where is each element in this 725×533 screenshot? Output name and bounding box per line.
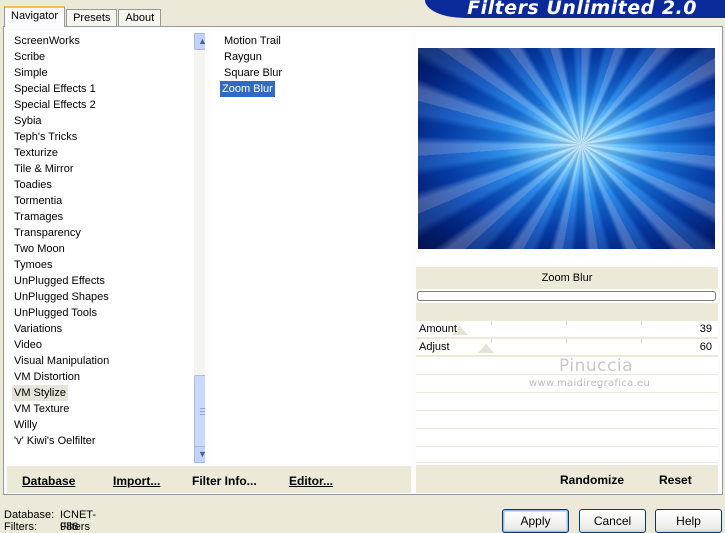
category-item[interactable]: Tormentia [14, 193, 62, 209]
category-item[interactable]: Special Effects 2 [14, 97, 96, 113]
category-item[interactable]: Willy [14, 417, 37, 433]
empty-slider-row [416, 429, 718, 446]
category-item[interactable]: Sybia [14, 113, 42, 129]
category-item[interactable]: VM Distortion [14, 369, 80, 385]
empty-slider-row [416, 411, 718, 428]
category-item[interactable]: Visual Manipulation [14, 353, 109, 369]
status-database: Database: ICNET-Filters [4, 509, 96, 533]
filter-item-selected[interactable]: Zoom Blur [220, 81, 275, 97]
tab-navigator[interactable]: Navigator [4, 6, 66, 27]
app-banner: Filters Unlimited 2.0 [425, 0, 725, 18]
randomize-button[interactable]: Randomize [560, 473, 624, 487]
status-value: 986 [60, 521, 79, 533]
category-item[interactable]: Scribe [14, 49, 45, 65]
category-item[interactable]: ScreenWorks [14, 33, 80, 49]
preview-image [418, 48, 715, 249]
tab-presets[interactable]: Presets [66, 9, 118, 27]
progress-bar [417, 291, 716, 301]
category-item[interactable]: VM Texture [14, 401, 69, 417]
category-item[interactable]: UnPlugged Tools [14, 305, 97, 321]
slider-controls: Amount 39 Adjust 60 Pinuccia www.maidire… [416, 303, 718, 463]
cancel-button[interactable]: Cancel [579, 509, 646, 533]
category-item[interactable]: Video [14, 337, 42, 353]
filter-info-button[interactable]: Filter Info... [192, 474, 257, 488]
watermark-url: www.maidiregrafica.eu [529, 378, 651, 389]
empty-slider-row [416, 393, 718, 410]
preview-filter-name: Zoom Blur [416, 267, 718, 289]
slider-adjust[interactable]: Adjust 60 [416, 339, 718, 356]
status-label: Filters: [4, 521, 37, 533]
import-button[interactable]: Import... [113, 474, 160, 488]
category-item[interactable]: Two Moon [14, 241, 65, 257]
filter-item[interactable]: Motion Trail [222, 33, 283, 49]
database-button[interactable]: Database [22, 474, 75, 488]
apply-button[interactable]: Apply [502, 509, 569, 533]
slider-label: Amount [419, 323, 457, 335]
category-item[interactable]: UnPlugged Effects [14, 273, 105, 289]
empty-slider-row [416, 447, 718, 462]
slider-amount[interactable]: Amount 39 [416, 321, 718, 338]
slider-thumb[interactable] [478, 344, 494, 353]
filter-list[interactable]: Motion Trail Raygun Square Blur Zoom Blu… [212, 31, 411, 464]
scroll-thumb[interactable] [194, 375, 205, 449]
category-item[interactable]: Tymoes [14, 257, 53, 273]
category-item[interactable]: Teph's Tricks [14, 129, 77, 145]
reset-button[interactable]: Reset [659, 473, 692, 487]
scroll-up-icon[interactable]: ▲ [194, 33, 205, 50]
category-item[interactable]: Special Effects 1 [14, 81, 96, 97]
help-button[interactable]: Help [655, 509, 722, 533]
slider-value: 39 [699, 323, 712, 335]
status-label: Database: [4, 509, 55, 521]
watermark-name: Pinuccia [559, 356, 633, 376]
category-item[interactable]: Texturize [14, 145, 58, 161]
category-item[interactable]: Tile & Mirror [14, 161, 73, 177]
category-item[interactable]: Tramages [14, 209, 63, 225]
filter-item[interactable]: Raygun [222, 49, 264, 65]
filter-item[interactable]: Square Blur [222, 65, 284, 81]
tab-strip: Navigator Presets About [4, 6, 162, 27]
editor-button[interactable]: Editor... [289, 474, 333, 488]
category-item[interactable]: Transparency [14, 225, 81, 241]
category-list[interactable]: ScreenWorks Scribe Simple Special Effect… [7, 31, 205, 464]
list-actions-bar: Database Import... Filter Info... Editor… [7, 465, 411, 493]
preview-actions-bar: Randomize Reset [416, 465, 718, 493]
category-item[interactable]: Toadies [14, 177, 52, 193]
category-item[interactable]: Variations [14, 321, 62, 337]
category-item-selected[interactable]: VM Stylize [12, 385, 68, 401]
category-scrollbar[interactable]: ▲ ▼ [194, 33, 205, 463]
slider-value: 60 [699, 341, 712, 353]
slider-label: Adjust [419, 341, 450, 353]
tab-about[interactable]: About [118, 9, 162, 27]
preview-panel: Zoom Blur Amount 39 Adjust 60 Pinuccia w… [416, 31, 718, 464]
category-item[interactable]: Simple [14, 65, 48, 81]
category-item[interactable]: 'v' Kiwi's Oelfilter [14, 433, 95, 449]
scroll-down-icon[interactable]: ▼ [194, 446, 205, 463]
status-filters: Filters: 986 [4, 521, 78, 533]
category-item[interactable]: UnPlugged Shapes [14, 289, 109, 305]
